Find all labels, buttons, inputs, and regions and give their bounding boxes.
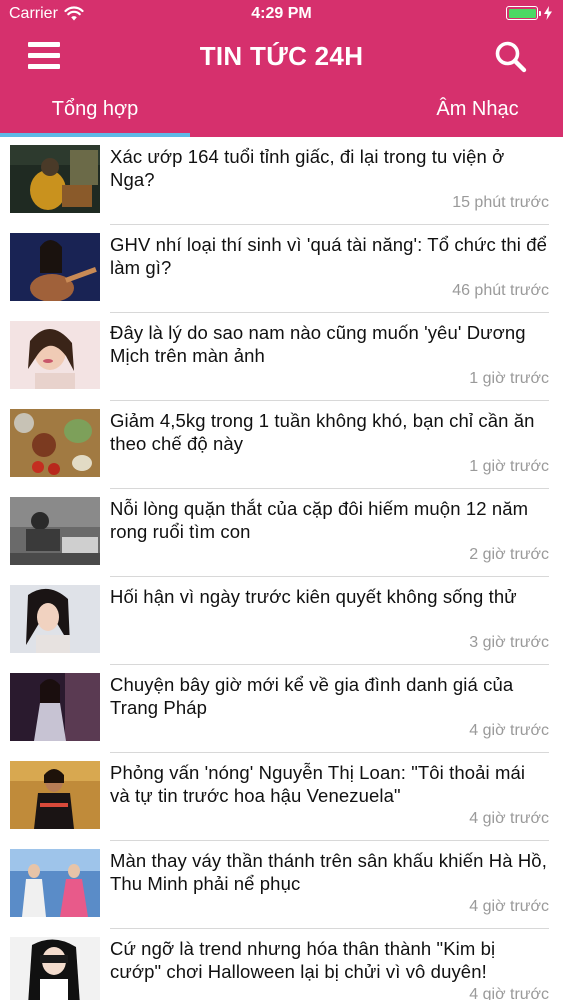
article-time: 1 giờ trước xyxy=(469,458,549,475)
article-time: 1 giờ trước xyxy=(469,370,549,387)
news-item[interactable]: Giảm 4,5kg trong 1 tuần không khó, bạn c… xyxy=(0,401,563,489)
article-thumbnail xyxy=(10,937,100,1000)
search-button[interactable] xyxy=(493,39,529,75)
news-item[interactable]: Cứ ngỡ là trend nhưng hóa thân thành "Ki… xyxy=(0,929,563,1000)
status-bar: Carrier 4:29 PM xyxy=(0,0,563,30)
status-time: 4:29 PM xyxy=(251,5,312,22)
article-time: 4 giờ trước xyxy=(469,722,549,739)
news-item[interactable]: Màn thay váy thần thánh trên sân khấu kh… xyxy=(0,841,563,929)
article-thumbnail xyxy=(10,409,100,477)
news-item[interactable]: Hối hận vì ngày trước kiên quyết không s… xyxy=(0,577,563,665)
article-title: Chuyện bây giờ mới kể về gia đình danh g… xyxy=(110,674,514,718)
battery-fill xyxy=(508,8,536,18)
news-item[interactable]: Nỗi lòng quặn thắt của cặp đôi hiếm muộn… xyxy=(0,489,563,577)
category-tabs: Tổng hợp Âm Nhạc xyxy=(0,86,563,137)
news-list: Xác ướp 164 tuổi tỉnh giấc, đi lại trong… xyxy=(0,137,563,1000)
app-title: TIN TỨC 24H xyxy=(199,41,364,71)
article-thumbnail xyxy=(10,849,100,917)
hamburger-menu-icon xyxy=(28,42,62,69)
article-thumbnail xyxy=(10,673,100,741)
battery-icon xyxy=(506,6,538,20)
article-time: 46 phút trước xyxy=(452,282,549,299)
article-time: 4 giờ trước xyxy=(469,986,549,1000)
article-title: Cứ ngỡ là trend nhưng hóa thân thành "Ki… xyxy=(110,938,496,982)
app-screen: Carrier 4:29 PM TIN TỨC 24H Tổng hợp Âm … xyxy=(0,0,563,1000)
tab-tong-hop[interactable]: Tổng hợp xyxy=(0,86,190,133)
article-thumbnail xyxy=(10,321,100,389)
search-icon xyxy=(495,41,527,73)
article-time: 4 giờ trước xyxy=(469,898,549,915)
battery-indicator xyxy=(506,6,553,20)
charging-bolt-icon xyxy=(544,6,552,20)
news-item[interactable]: GHV nhí loại thí sinh vì 'quá tài năng':… xyxy=(0,225,563,313)
article-thumbnail xyxy=(10,761,100,829)
article-title: Đây là lý do sao nam nào cũng muốn 'yêu'… xyxy=(110,322,526,366)
article-time: 4 giờ trước xyxy=(469,810,549,827)
battery-tip xyxy=(539,10,541,16)
article-thumbnail xyxy=(10,497,100,565)
article-title: Xác ướp 164 tuổi tỉnh giấc, đi lại trong… xyxy=(110,146,505,190)
article-title: GHV nhí loại thí sinh vì 'quá tài năng':… xyxy=(110,234,547,278)
article-title: Phỏng vấn 'nóng' Nguyễn Thị Loan: "Tôi t… xyxy=(110,762,526,806)
article-time: 15 phút trước xyxy=(452,194,549,211)
news-item[interactable]: Đây là lý do sao nam nào cũng muốn 'yêu'… xyxy=(0,313,563,401)
article-title: Nỗi lòng quặn thắt của cặp đôi hiếm muộn… xyxy=(110,498,529,542)
article-title: Màn thay váy thần thánh trên sân khấu kh… xyxy=(110,850,547,894)
news-item[interactable]: Phỏng vấn 'nóng' Nguyễn Thị Loan: "Tôi t… xyxy=(0,753,563,841)
nav-bar: TIN TỨC 24H xyxy=(0,30,563,86)
article-thumbnail xyxy=(10,233,100,301)
article-thumbnail xyxy=(10,145,100,213)
article-time: 3 giờ trước xyxy=(469,634,549,651)
article-time: 2 giờ trước xyxy=(469,546,549,563)
header: Carrier 4:29 PM TIN TỨC 24H Tổng hợp Âm … xyxy=(0,0,563,137)
article-title: Giảm 4,5kg trong 1 tuần không khó, bạn c… xyxy=(110,410,535,454)
tab-am-nhac[interactable]: Âm Nhạc xyxy=(405,86,550,133)
news-item[interactable]: Chuyện bây giờ mới kể về gia đình danh g… xyxy=(0,665,563,753)
article-thumbnail xyxy=(10,585,100,653)
menu-button[interactable] xyxy=(28,42,62,72)
article-title: Hối hận vì ngày trước kiên quyết không s… xyxy=(110,586,517,607)
news-item[interactable]: Xác ướp 164 tuổi tỉnh giấc, đi lại trong… xyxy=(0,137,563,225)
